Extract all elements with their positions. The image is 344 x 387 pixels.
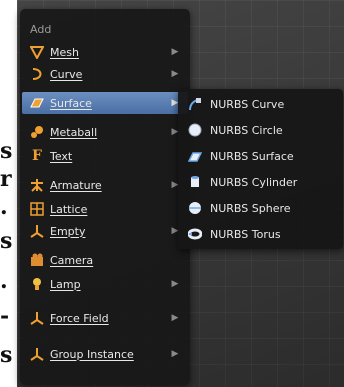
nurbs-torus-icon (188, 227, 202, 241)
submenu-item-nurbs-torus[interactable]: NURBS Torus (178, 222, 343, 246)
submenu-item-nurbs-cylinder[interactable]: NURBS Cylinder (178, 170, 343, 194)
nurbs-surface-icon (188, 149, 202, 163)
menu-item-force-field[interactable]: Force Field ▶ (22, 307, 188, 329)
metaball-icon (30, 125, 44, 139)
menu-item-curve[interactable]: Curve ▶ (22, 63, 188, 85)
nurbs-curve-icon (188, 97, 202, 111)
submenu-arrow-icon: ▶ (171, 313, 179, 323)
menu-item-surface[interactable]: Surface ▶ (22, 92, 188, 114)
menu-item-label: Empty (50, 224, 86, 238)
menu-item-label: Camera (50, 253, 94, 267)
submenu-arrow-icon: ▶ (171, 47, 179, 57)
edge-glyph: r (0, 166, 12, 192)
menu-item-label: Lamp (50, 277, 81, 291)
submenu-arrow-icon: ▶ (171, 349, 179, 359)
menu-item-label: Metaball (50, 125, 98, 139)
submenu-item-label: NURBS Cylinder (210, 175, 298, 189)
submenu-item-label: NURBS Curve (210, 97, 285, 111)
edge-glyph: . (0, 194, 8, 220)
menu-item-label: Surface (50, 96, 92, 110)
submenu-item-label: NURBS Circle (210, 123, 283, 137)
lamp-icon (30, 277, 44, 291)
empty-icon (30, 224, 44, 238)
menu-item-text[interactable]: F Text (22, 145, 188, 167)
menu-item-label: Force Field (50, 311, 109, 325)
menu-item-label: Lattice (50, 202, 88, 216)
menu-item-label: Group Instance (50, 347, 134, 361)
armature-icon (30, 178, 44, 192)
menu-item-label: Curve (50, 67, 83, 81)
submenu-item-nurbs-circle[interactable]: NURBS Circle (178, 118, 343, 142)
submenu-item-label: NURBS Sphere (210, 201, 291, 215)
force-field-icon (30, 311, 44, 325)
edge-glyph: . (0, 268, 8, 294)
submenu-item-nurbs-curve[interactable]: NURBS Curve (178, 92, 343, 116)
edge-glyph: s (0, 138, 13, 164)
group-instance-icon (30, 347, 44, 361)
submenu-arrow-icon: ▶ (171, 279, 179, 289)
mesh-icon (30, 45, 44, 59)
surface-submenu: NURBS Curve NURBS Circle NURBS Surface N… (178, 89, 343, 249)
edge-glyph: - (0, 303, 10, 329)
nurbs-sphere-icon (188, 201, 202, 215)
menu-item-camera[interactable]: Camera (22, 249, 188, 271)
menu-item-label: Text (50, 149, 73, 163)
menu-item-mesh[interactable]: Mesh ▶ (22, 41, 188, 63)
edge-glyph: s (0, 228, 13, 254)
camera-icon (30, 253, 44, 267)
nurbs-circle-icon (188, 123, 202, 137)
menu-item-armature[interactable]: Armature ▶ (22, 174, 188, 196)
surface-icon (30, 96, 44, 110)
menu-item-metaball[interactable]: Metaball ▶ (22, 121, 188, 143)
submenu-item-nurbs-surface[interactable]: NURBS Surface (178, 144, 343, 168)
submenu-item-label: NURBS Torus (210, 227, 281, 241)
menu-item-group-instance[interactable]: Group Instance ▶ (22, 343, 188, 365)
menu-item-lamp[interactable]: Lamp ▶ (22, 273, 188, 295)
menu-item-empty[interactable]: Empty ▶ (22, 220, 188, 242)
menu-item-lattice[interactable]: Lattice (22, 198, 188, 220)
lattice-icon (30, 202, 44, 216)
submenu-item-label: NURBS Surface (210, 149, 294, 163)
submenu-item-nurbs-sphere[interactable]: NURBS Sphere (178, 196, 343, 220)
curve-icon (30, 67, 44, 81)
menu-title: Add (30, 23, 52, 36)
add-menu: Add Mesh ▶ Curve ▶ Surface ▶ Metaball ▶ … (20, 9, 190, 385)
text-icon: F (32, 148, 42, 164)
edge-glyph: s (0, 342, 13, 368)
menu-item-label: Mesh (50, 45, 79, 59)
menu-item-label: Armature (50, 178, 102, 192)
submenu-arrow-icon: ▶ (171, 69, 179, 79)
nurbs-cylinder-icon (188, 175, 202, 189)
